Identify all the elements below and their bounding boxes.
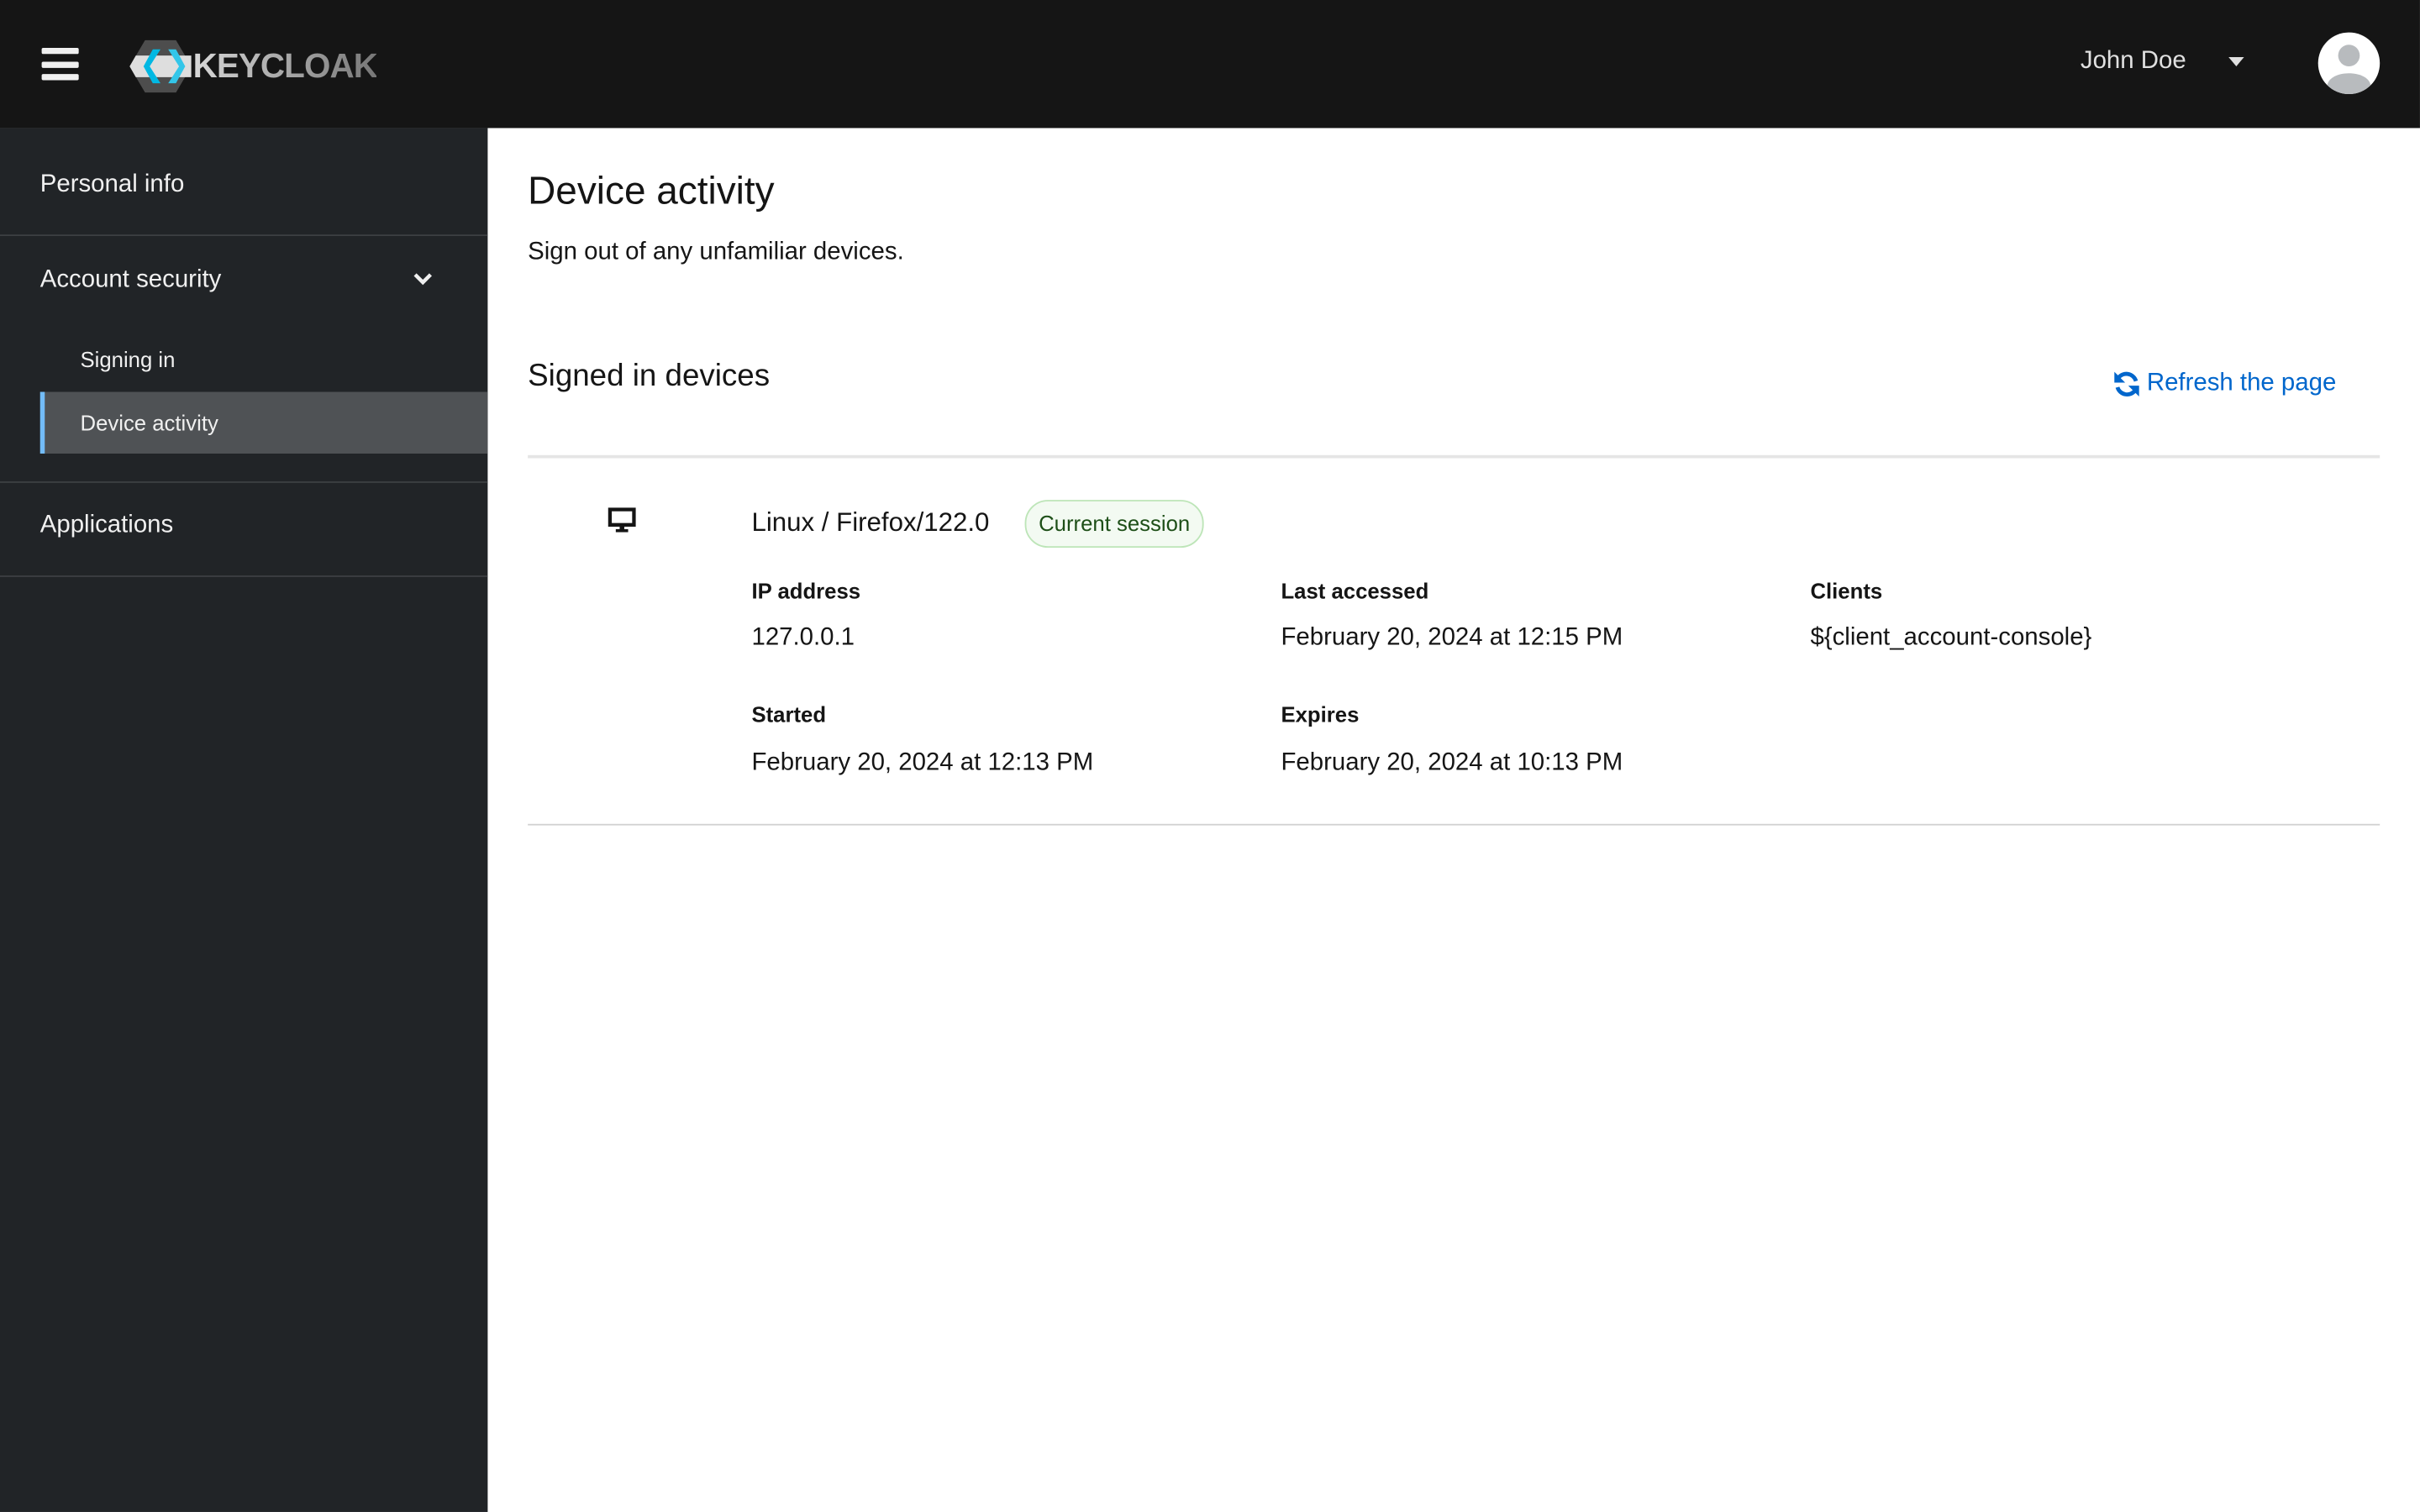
device-name: Linux / Firefox/122.0 xyxy=(751,507,990,538)
nav-label: Account security xyxy=(39,266,222,293)
user-dropdown[interactable]: John Doe xyxy=(2081,48,2244,76)
desktop-icon xyxy=(608,507,636,533)
nav-label: Applications xyxy=(39,512,174,539)
expires-label: Expires xyxy=(1281,701,1360,727)
chevron-down-icon xyxy=(413,273,432,286)
masthead: KEYCLOAK John Doe xyxy=(0,0,2420,129)
nav-label: Personal info xyxy=(39,171,185,198)
ip-value: 127.0.0.1 xyxy=(751,624,855,652)
caret-down-icon xyxy=(2228,56,2244,66)
clients-value: ${client_account-console} xyxy=(1810,624,2092,652)
sidebar-item-device-activity[interactable]: Device activity xyxy=(39,391,488,454)
nav-label: Device activity xyxy=(80,410,218,435)
keycloak-hexagon-icon xyxy=(129,39,192,93)
started-value: February 20, 2024 at 12:13 PM xyxy=(751,749,1094,776)
refresh-label: Refresh the page xyxy=(2146,370,2337,397)
page-title: Device activity xyxy=(528,170,775,213)
hamburger-menu-icon[interactable] xyxy=(41,47,79,81)
expires-value: February 20, 2024 at 10:13 PM xyxy=(1281,749,1623,776)
user-name: John Doe xyxy=(2080,47,2186,75)
keycloak-logo[interactable]: KEYCLOAK xyxy=(129,39,378,93)
sidebar-item-personal-info[interactable]: Personal info xyxy=(40,171,528,199)
divider xyxy=(0,575,488,577)
sidebar-item-signing-in[interactable]: Signing in xyxy=(40,328,488,390)
logo-text: KEYCLOAK xyxy=(192,46,378,86)
sidebar-item-account-security[interactable]: Account security xyxy=(40,267,433,295)
started-label: Started xyxy=(751,701,827,727)
divider xyxy=(528,454,2381,459)
last-accessed-value: February 20, 2024 at 12:15 PM xyxy=(1281,624,1623,652)
page-subtitle: Sign out of any unfamiliar devices. xyxy=(528,239,904,265)
refresh-button[interactable]: Refresh the page xyxy=(2112,370,2336,398)
current-session-badge: Current session xyxy=(1024,500,1204,549)
sync-icon xyxy=(2114,371,2139,397)
sidebar-item-applications[interactable]: Applications xyxy=(40,512,528,540)
divider xyxy=(0,481,488,483)
nav-label: Signing in xyxy=(80,347,176,372)
section-title: Signed in devices xyxy=(528,359,771,394)
ip-label: IP address xyxy=(751,578,861,604)
divider xyxy=(528,823,2381,826)
divider xyxy=(0,234,488,237)
clients-label: Clients xyxy=(1810,578,1883,604)
sidebar: Personal info Account security Signing i… xyxy=(0,128,488,1512)
last-accessed-label: Last accessed xyxy=(1281,578,1429,604)
avatar[interactable] xyxy=(2317,32,2381,95)
